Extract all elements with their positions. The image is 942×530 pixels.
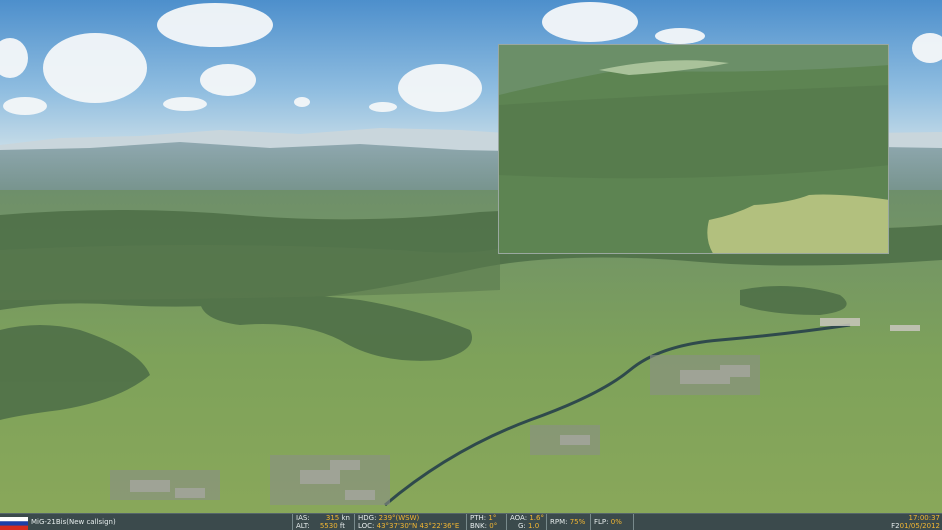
ias-value: 315 (325, 514, 340, 522)
camera-inset-view (498, 44, 889, 254)
view-key-label: F2 (891, 522, 900, 530)
alt-unit: ft (339, 522, 345, 530)
date-value: 01/05/2012 (899, 522, 940, 530)
g-value: 1.0 (528, 522, 540, 530)
hdg-value: 239°(WSW) (378, 514, 420, 522)
rpm-label: RPM: (550, 518, 568, 526)
speed-altitude-readout: IAS: 315 kn ALT: 5530 ft (292, 514, 354, 530)
flp-label: FLP: (594, 518, 609, 526)
rpm-value: 75% (569, 518, 586, 526)
bnk-label: BNK: (470, 522, 487, 530)
g-label: G: (518, 522, 526, 530)
flaps-readout: FLP: 0% (590, 514, 634, 530)
pth-label: PTH: (470, 514, 487, 522)
aircraft-name: MiG-21Bis(New callsign) (31, 518, 116, 526)
ias-unit: kn (341, 514, 351, 522)
clock-readout: 17:00:37 F201/05/2012 (891, 514, 940, 530)
loc-label: LOC: (358, 522, 375, 530)
ias-label: IAS: (296, 514, 310, 522)
aoa-value: 1.6° (529, 514, 544, 522)
pitch-bank-readout: PTH: 1° BNK: 0° (466, 514, 506, 530)
heading-location-readout: HDG: 239°(WSW) LOC: 43°37'30"N 43°22'36"… (354, 514, 466, 530)
alt-label: ALT: (296, 522, 310, 530)
time-value: 17:00:37 (908, 514, 940, 522)
status-bar: MiG-21Bis(New callsign) IAS: 315 kn ALT:… (0, 513, 942, 530)
aoa-g-readout: AOA: 1.6° G: 1.0 (506, 514, 546, 530)
aoa-label: AOA: (510, 514, 528, 522)
alt-value: 5530 (319, 522, 338, 530)
flp-value: 0% (610, 518, 622, 526)
russia-flag-icon (0, 517, 28, 530)
game-viewport[interactable] (0, 0, 942, 530)
inset-terrain (499, 45, 888, 253)
loc-value: 43°37'30"N 43°22'36"E (376, 522, 460, 530)
pth-value: 1° (488, 514, 497, 522)
bnk-value: 0° (489, 522, 498, 530)
hdg-label: HDG: (358, 514, 377, 522)
rpm-readout: RPM: 75% (546, 514, 590, 530)
